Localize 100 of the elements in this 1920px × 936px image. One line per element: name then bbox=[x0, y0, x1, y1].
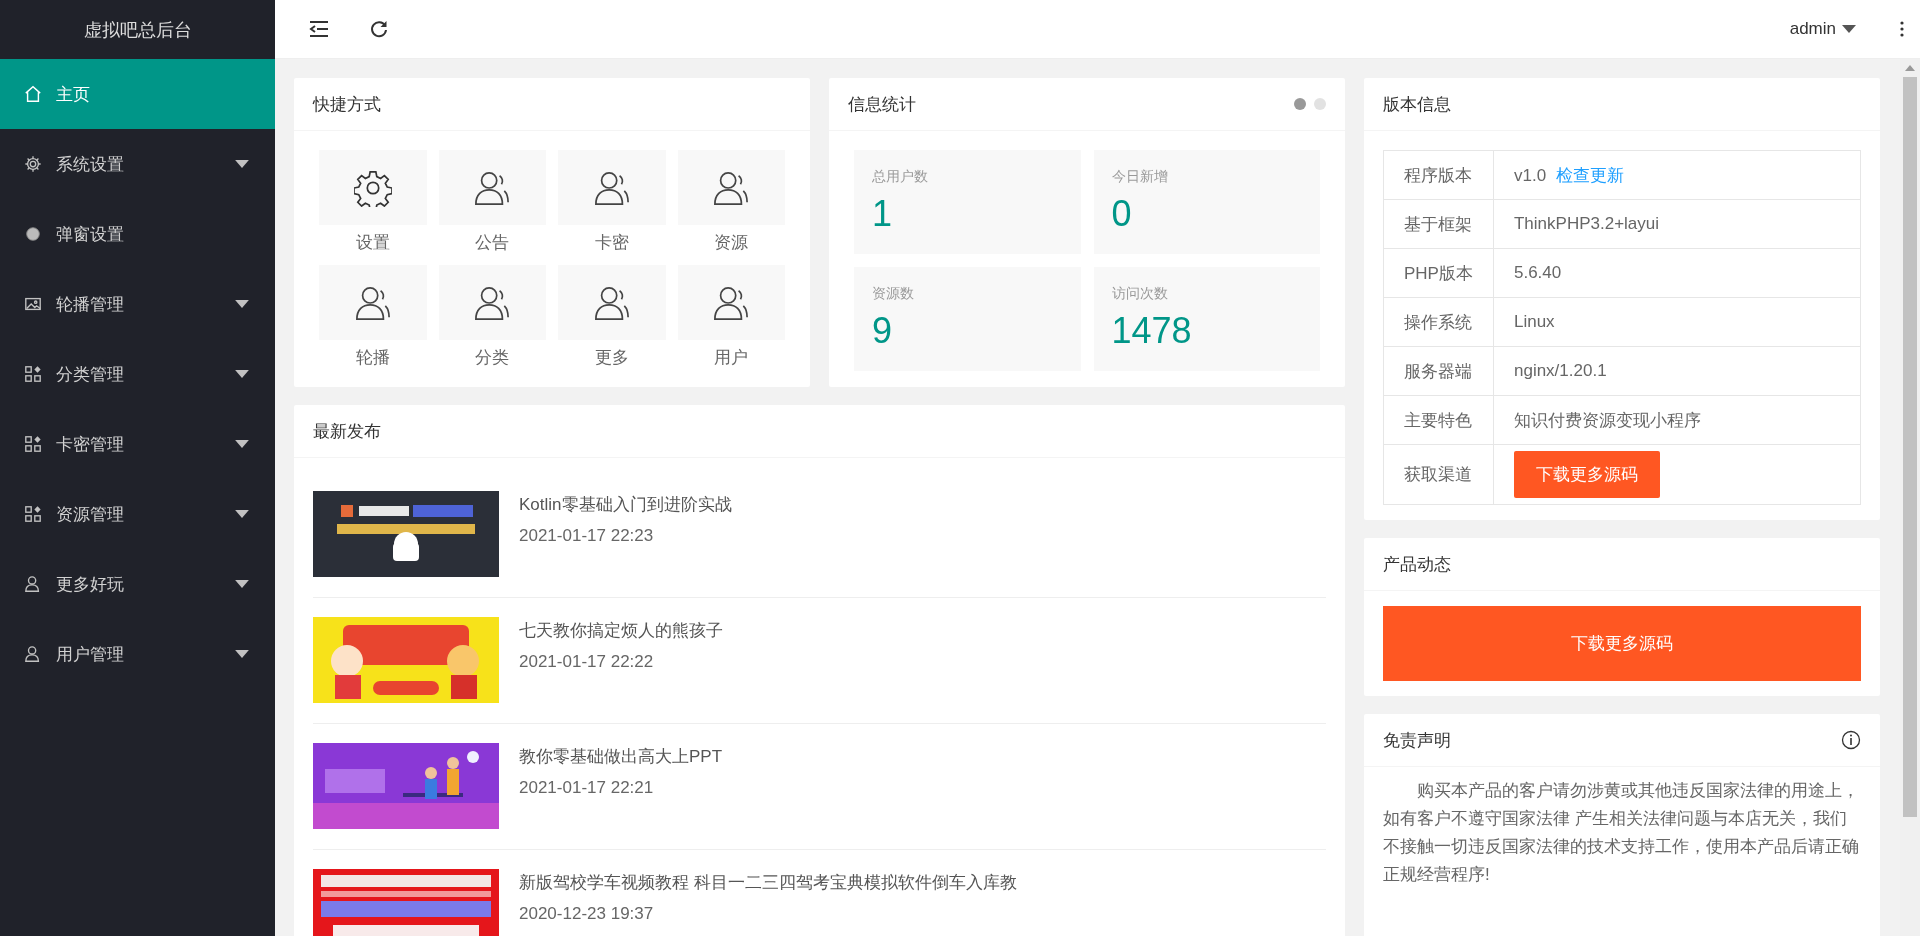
shortcut-tile[interactable] bbox=[438, 150, 546, 225]
users-icon bbox=[712, 169, 751, 206]
sidebar-item-label: 卡密管理 bbox=[56, 433, 125, 456]
table-cell: 获取渠道 bbox=[1383, 444, 1494, 505]
table-cell: 程序版本 bbox=[1383, 150, 1494, 200]
stat-value: 1 bbox=[872, 194, 894, 234]
table-cell: 5.6.40 bbox=[1493, 248, 1861, 298]
post-date: 2020-12-23 19:37 bbox=[519, 904, 655, 924]
info-icon[interactable] bbox=[1841, 730, 1861, 750]
more-icon bbox=[1900, 21, 1904, 37]
user-icon bbox=[24, 645, 42, 663]
table-cell: 知识付费资源变现小程序 bbox=[1493, 395, 1861, 445]
shortcut-label: 轮播 bbox=[355, 347, 390, 369]
card-title: 信息统计 bbox=[848, 93, 916, 116]
shortcut-tile[interactable] bbox=[677, 150, 785, 225]
stat-value: 1478 bbox=[1111, 311, 1193, 351]
sidebar-item-label: 弹窗设置 bbox=[56, 223, 125, 246]
table-cell: Linux bbox=[1493, 297, 1861, 347]
users-icon bbox=[353, 284, 392, 321]
grid-icon bbox=[24, 365, 42, 383]
caret-icon bbox=[235, 160, 249, 168]
caret-icon bbox=[235, 440, 249, 448]
stat-value: 0 bbox=[1111, 194, 1133, 234]
card-title: 版本信息 bbox=[1383, 93, 1451, 116]
sidebar-item-label: 主页 bbox=[56, 83, 91, 106]
users-icon bbox=[473, 284, 512, 321]
sidebar-item[interactable]: 用户管理 bbox=[0, 619, 275, 689]
shortcut-tile[interactable] bbox=[319, 150, 427, 225]
post-date: 2021-01-17 22:22 bbox=[519, 652, 655, 672]
table-cell: 服务器端 bbox=[1383, 346, 1494, 396]
sidebar-item[interactable]: 分类管理 bbox=[0, 339, 275, 409]
sidebar-item[interactable]: 系统设置 bbox=[0, 129, 275, 199]
grid-icon bbox=[24, 435, 42, 453]
app-title: 虚拟吧总后台 bbox=[82, 18, 193, 42]
version-value: v1.0 bbox=[1513, 165, 1547, 185]
sidebar-item[interactable]: 资源管理 bbox=[0, 479, 275, 549]
shortcut-label: 分类 bbox=[475, 347, 510, 369]
refresh-icon bbox=[369, 19, 389, 39]
post-date: 2021-01-17 22:21 bbox=[519, 778, 655, 798]
caret-icon bbox=[235, 300, 249, 308]
shortcut-label: 设置 bbox=[355, 232, 390, 254]
post-date: 2021-01-17 22:23 bbox=[519, 526, 655, 546]
sidebar-item-label: 更多好玩 bbox=[56, 573, 125, 596]
stat-value: 9 bbox=[872, 311, 894, 351]
stat-label: 访问次数 bbox=[1111, 285, 1169, 303]
users-icon bbox=[592, 169, 631, 206]
sidebar-item[interactable]: 弹窗设置 bbox=[0, 199, 275, 269]
caret-icon bbox=[235, 510, 249, 518]
post-title[interactable]: 新版驾校学车视频教程 科目一二三四驾考宝典模拟软件倒车入库教 bbox=[519, 871, 1017, 894]
grid-icon bbox=[24, 505, 42, 523]
stat-label: 资源数 bbox=[872, 285, 915, 303]
image-icon bbox=[24, 295, 42, 313]
card-title: 产品动态 bbox=[1383, 553, 1451, 576]
users-icon bbox=[473, 169, 512, 206]
shortcut-label: 更多 bbox=[594, 347, 629, 369]
sidebar-item[interactable]: 更多好玩 bbox=[0, 549, 275, 619]
shortcut-tile[interactable] bbox=[558, 265, 666, 340]
sidebar-item[interactable]: 轮播管理 bbox=[0, 269, 275, 339]
shortcut-tile[interactable] bbox=[319, 265, 427, 340]
stat-label: 今日新增 bbox=[1111, 168, 1169, 186]
scrollbar-thumb[interactable] bbox=[1903, 77, 1917, 817]
gear-icon bbox=[353, 168, 392, 207]
stat-label: 总用户数 bbox=[872, 168, 929, 186]
caret-icon bbox=[1842, 25, 1856, 33]
indent-icon bbox=[309, 20, 329, 38]
post-title[interactable]: Kotlin零基础入门到进阶实战 bbox=[519, 493, 732, 516]
table-cell: 主要特色 bbox=[1383, 395, 1494, 445]
table-cell: 基于框架 bbox=[1383, 199, 1494, 249]
shortcut-label: 资源 bbox=[714, 232, 749, 254]
user-icon bbox=[24, 575, 42, 593]
users-icon bbox=[592, 284, 631, 321]
table-cell: PHP版本 bbox=[1383, 248, 1494, 298]
user-menu[interactable]: admin bbox=[1783, 13, 1862, 45]
users-icon bbox=[712, 284, 751, 321]
sidebar-item[interactable]: 卡密管理 bbox=[0, 409, 275, 479]
carousel-indicator[interactable] bbox=[1294, 98, 1306, 110]
post-title[interactable]: 教你零基础做出高大上PPT bbox=[519, 745, 723, 768]
table-cell: ThinkPHP3.2+layui bbox=[1493, 199, 1861, 249]
sidebar-item-label: 轮播管理 bbox=[56, 293, 125, 316]
post-title[interactable]: 七天教你搞定烦人的熊孩子 bbox=[519, 619, 723, 642]
card-title: 免责声明 bbox=[1383, 729, 1451, 752]
card-title: 最新发布 bbox=[313, 420, 381, 443]
shortcut-label: 卡密 bbox=[594, 232, 629, 254]
sidebar-item-label: 系统设置 bbox=[56, 153, 125, 176]
caret-icon bbox=[235, 370, 249, 378]
gear-icon bbox=[24, 155, 42, 173]
shortcut-tile[interactable] bbox=[438, 265, 546, 340]
sidebar-item-label: 用户管理 bbox=[56, 643, 125, 666]
shortcut-label: 公告 bbox=[475, 232, 510, 254]
table-cell: nginx/1.20.1 bbox=[1493, 346, 1861, 396]
shortcut-tile[interactable] bbox=[677, 265, 785, 340]
card-title: 快捷方式 bbox=[313, 93, 381, 116]
shortcut-label: 用户 bbox=[714, 347, 749, 369]
sidebar-item[interactable]: 主页 bbox=[0, 59, 275, 129]
home-icon bbox=[24, 85, 42, 103]
caret-icon bbox=[235, 580, 249, 588]
circle-icon bbox=[24, 225, 42, 243]
caret-icon bbox=[235, 650, 249, 658]
sidebar-item-label: 分类管理 bbox=[56, 363, 125, 386]
shortcut-tile[interactable] bbox=[558, 150, 666, 225]
